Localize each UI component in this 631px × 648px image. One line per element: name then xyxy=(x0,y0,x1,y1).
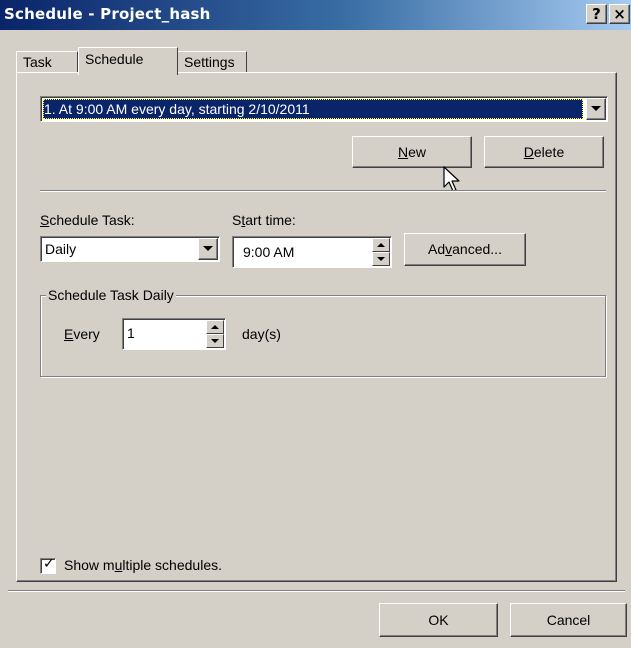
tab-schedule-label: Schedule xyxy=(85,51,144,67)
help-icon: ? xyxy=(592,5,601,23)
window-title: Schedule - Project_hash xyxy=(4,5,211,23)
ok-button-label: OK xyxy=(428,612,449,628)
show-multiple-label-post: ltiple schedules. xyxy=(122,557,222,573)
start-time-label-pre: S xyxy=(232,212,242,228)
every-days-spin-up[interactable] xyxy=(206,320,224,334)
chevron-down-icon xyxy=(591,106,601,111)
advanced-button[interactable]: Advanced... xyxy=(404,233,526,266)
delete-button-label-post: elete xyxy=(533,144,565,160)
schedule-task-dropdown[interactable]: Daily xyxy=(40,236,220,262)
cancel-button-label: Cancel xyxy=(546,612,591,628)
schedule-list-dropdown[interactable]: 1. At 9:00 AM every day, starting 2/10/2… xyxy=(40,96,608,122)
spin-up-icon xyxy=(211,325,219,329)
every-days-input[interactable]: 1 xyxy=(122,318,226,350)
schedule-list-selected: 1. At 9:00 AM every day, starting 2/10/2… xyxy=(43,99,583,119)
advanced-button-label-pre: Ad xyxy=(428,241,446,257)
every-days-spin-down[interactable] xyxy=(206,334,224,348)
spin-down-icon xyxy=(377,257,385,261)
separator xyxy=(8,590,625,592)
advanced-button-label-post: anced... xyxy=(452,241,502,257)
schedule-task-label: Schedule Task: xyxy=(40,212,135,228)
start-time-label-post: art time: xyxy=(245,212,296,228)
start-time-label: Start time: xyxy=(232,212,296,228)
show-multiple-label-pre: Show m xyxy=(64,557,115,573)
close-button[interactable]: × xyxy=(609,4,630,24)
days-unit-label: day(s) xyxy=(242,326,281,342)
checkmark-icon: ✓ xyxy=(43,556,55,572)
every-accel: E xyxy=(64,326,74,342)
ok-button[interactable]: OK xyxy=(379,603,498,637)
schedule-task-dropdown-button[interactable] xyxy=(198,238,218,260)
new-button[interactable]: New xyxy=(352,136,472,168)
start-time-input[interactable]: 9:00 AM xyxy=(232,236,392,268)
schedule-task-label-post: chedule Task: xyxy=(49,212,135,228)
delete-button[interactable]: Delete xyxy=(484,136,604,168)
chevron-down-icon xyxy=(203,246,213,251)
show-multiple-label[interactable]: Show multiple schedules. xyxy=(64,557,222,573)
tab-settings-label: Settings xyxy=(184,54,235,70)
start-time-spin-down[interactable] xyxy=(372,252,390,266)
schedule-dialog: Schedule - Project_hash ? × Task Schedul… xyxy=(0,0,631,648)
every-label: Every xyxy=(64,326,100,342)
separator xyxy=(40,190,606,192)
every-days-spinner[interactable] xyxy=(206,320,224,348)
spin-up-icon xyxy=(377,243,385,247)
close-icon: × xyxy=(613,5,626,23)
start-time-value: 9:00 AM xyxy=(243,244,295,260)
every-days-value: 1 xyxy=(127,325,135,341)
tab-settings[interactable]: Settings xyxy=(177,51,247,73)
group-legend: Schedule Task Daily xyxy=(46,287,176,303)
schedule-list-dropdown-button[interactable] xyxy=(586,98,606,120)
tab-schedule[interactable]: Schedule xyxy=(78,47,178,75)
start-time-spinner[interactable] xyxy=(372,238,390,266)
spin-down-icon xyxy=(211,339,219,343)
show-multiple-checkbox[interactable]: ✓ xyxy=(40,556,56,574)
new-button-accel: N xyxy=(397,144,409,160)
tab-task-label: Task xyxy=(23,54,52,70)
schedule-task-accel: S xyxy=(40,212,50,228)
start-time-spin-up[interactable] xyxy=(372,238,390,252)
tab-task[interactable]: Task xyxy=(16,51,78,73)
cancel-button[interactable]: Cancel xyxy=(510,603,627,637)
new-button-label-post: ew xyxy=(408,144,427,160)
help-button[interactable]: ? xyxy=(586,4,607,24)
every-label-post: very xyxy=(73,326,100,342)
delete-button-accel: D xyxy=(523,144,534,160)
schedule-task-value: Daily xyxy=(45,241,77,257)
title-bar[interactable]: Schedule - Project_hash ? × xyxy=(0,0,631,30)
